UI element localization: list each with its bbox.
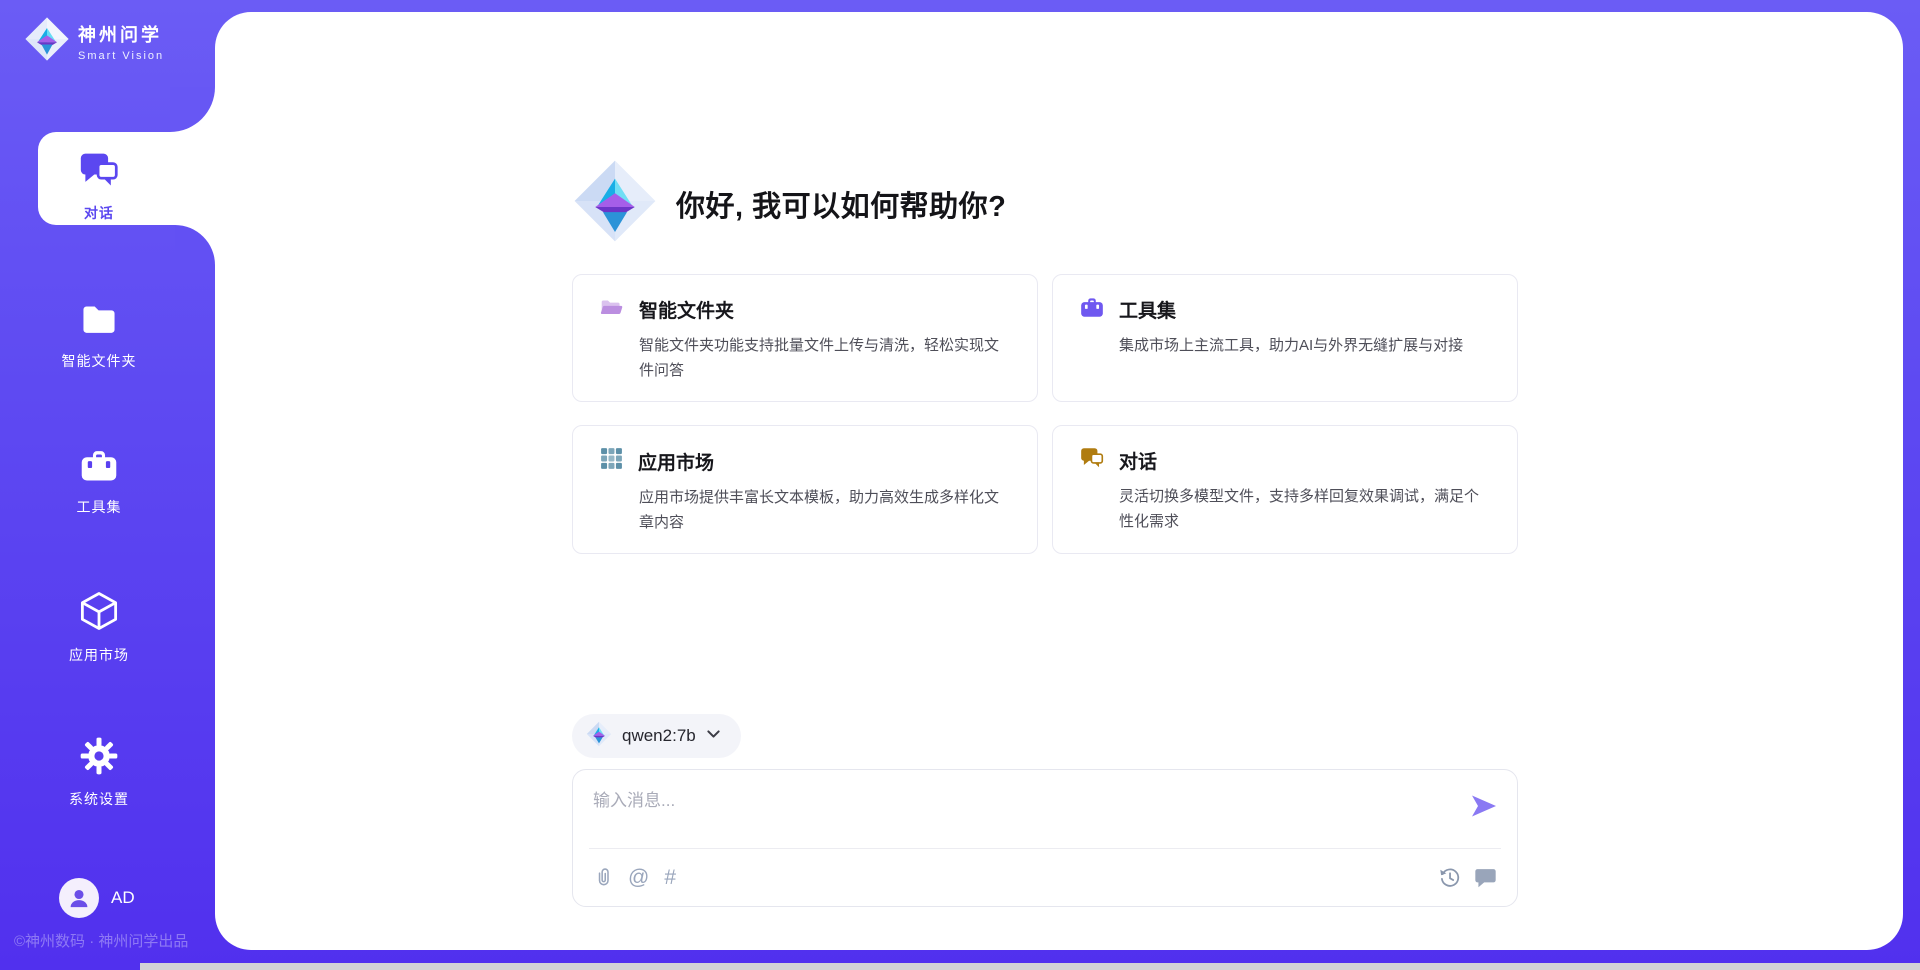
send-icon (1470, 792, 1498, 820)
sidebar-item-settings[interactable]: 系统设置 (39, 736, 159, 809)
card-description: 应用市场提供丰富长文本模板，助力高效生成多样化文章内容 (599, 485, 1013, 535)
model-name: qwen2:7b (622, 726, 696, 746)
folder-icon (599, 295, 625, 324)
user-profile[interactable]: AD (59, 878, 135, 918)
feature-cards: 智能文件夹 智能文件夹功能支持批量文件上传与清洗，轻松实现文件问答 工具集 集成… (572, 274, 1518, 554)
hashtag-button[interactable]: # (664, 867, 676, 888)
brand-name: 神州问学 (78, 21, 164, 47)
hash-icon: # (664, 867, 676, 888)
paperclip-icon (593, 865, 613, 889)
tab-connector-bottom (175, 225, 215, 265)
send-button[interactable] (1469, 792, 1499, 822)
model-selector[interactable]: qwen2:7b (572, 714, 741, 758)
mention-button[interactable]: @ (628, 867, 649, 888)
attachment-button[interactable] (593, 865, 613, 889)
avatar (59, 878, 99, 918)
composer: @ # (572, 769, 1518, 907)
briefcase-icon (1079, 295, 1105, 324)
sidebar: 神州问学 Smart Vision 对话 智能文件夹 (0, 0, 215, 970)
message-icon (1474, 866, 1497, 889)
at-icon: @ (628, 867, 649, 888)
person-icon (65, 884, 93, 912)
card-description: 集成市场上主流工具，助力AI与外界无缝扩展与对接 (1079, 333, 1493, 358)
card-title: 对话 (1119, 447, 1157, 474)
feedback-message-button[interactable] (1474, 866, 1497, 889)
sidebar-item-label: 对话 (84, 203, 114, 223)
message-input[interactable] (593, 786, 1453, 842)
sidebar-item-app-market[interactable]: 应用市场 (39, 590, 159, 665)
card-description: 智能文件夹功能支持批量文件上传与清洗，轻松实现文件问答 (599, 333, 1013, 383)
composer-left-tools: @ # (593, 865, 676, 889)
brand-logo: 神州问学 Smart Vision (24, 16, 164, 67)
sidebar-item-label: 应用市场 (69, 645, 129, 665)
sidebar-item-toolset[interactable]: 工具集 (39, 446, 159, 517)
user-name: AD (111, 888, 135, 908)
history-icon (1438, 866, 1461, 889)
horizontal-scrollbar[interactable] (140, 963, 1920, 970)
copyright-footer: ©神州数码 · 神州问学出品 (14, 930, 188, 951)
chat-bubbles-icon (1079, 446, 1105, 475)
composer-right-tools (1438, 866, 1497, 889)
gem-logo-icon (572, 158, 658, 249)
cube-icon (78, 590, 120, 637)
chat-bubbles-icon (77, 150, 121, 195)
grid-icon (599, 446, 624, 476)
card-title: 智能文件夹 (639, 296, 734, 323)
card-description: 灵活切换多模型文件，支持多样回复效果调试，满足个性化需求 (1079, 484, 1493, 534)
card-chat[interactable]: 对话 灵活切换多模型文件，支持多样回复效果调试，满足个性化需求 (1052, 425, 1518, 554)
card-title: 工具集 (1119, 296, 1176, 323)
composer-toolbar: @ # (593, 862, 1497, 892)
briefcase-icon (78, 446, 120, 489)
card-smart-folders[interactable]: 智能文件夹 智能文件夹功能支持批量文件上传与清洗，轻松实现文件问答 (572, 274, 1038, 402)
composer-divider (589, 848, 1501, 849)
folder-icon (78, 300, 120, 343)
gear-icon (79, 736, 119, 781)
gem-logo-icon (24, 16, 70, 67)
card-title: 应用市场 (638, 448, 714, 475)
sidebar-item-chat[interactable]: 对话 (39, 150, 159, 223)
sidebar-item-label: 系统设置 (69, 789, 129, 809)
card-toolset[interactable]: 工具集 集成市场上主流工具，助力AI与外界无缝扩展与对接 (1052, 274, 1518, 402)
chevron-down-icon (706, 727, 721, 745)
sidebar-item-label: 智能文件夹 (62, 351, 137, 371)
gem-logo-icon (586, 721, 612, 752)
card-app-market[interactable]: 应用市场 应用市场提供丰富长文本模板，助力高效生成多样化文章内容 (572, 425, 1038, 554)
history-button[interactable] (1438, 866, 1461, 889)
sidebar-item-smart-folders[interactable]: 智能文件夹 (39, 300, 159, 371)
main-panel: 你好, 我可以如何帮助你? 智能文件夹 智能文件夹功能支持批量文件上传与清洗，轻… (215, 12, 1903, 950)
greeting: 你好, 我可以如何帮助你? (572, 158, 1006, 249)
brand-subtitle: Smart Vision (78, 50, 164, 62)
tab-connector-top (170, 87, 215, 132)
page-title: 你好, 我可以如何帮助你? (676, 183, 1006, 225)
sidebar-item-label: 工具集 (77, 497, 122, 517)
